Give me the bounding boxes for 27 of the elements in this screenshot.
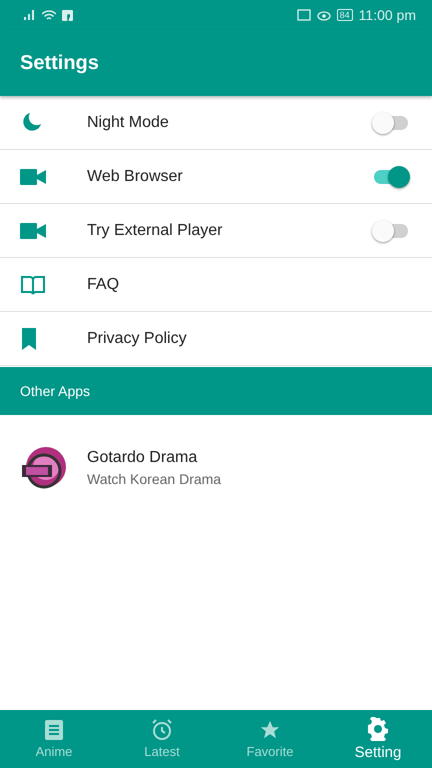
star-icon xyxy=(259,719,281,741)
toggle-switch[interactable] xyxy=(372,166,410,188)
app-description: Watch Korean Drama xyxy=(87,471,222,487)
setting-label[interactable]: FAQ xyxy=(87,276,412,294)
wifi-icon xyxy=(42,10,56,20)
page-title: Settings xyxy=(20,52,99,74)
setting-label[interactable]: Web Browser xyxy=(87,168,372,186)
video-camera-icon xyxy=(20,222,46,240)
section-title: Other Apps xyxy=(20,383,90,399)
alarm-clock-icon xyxy=(151,719,173,741)
gear-icon xyxy=(366,717,390,741)
signal-icon xyxy=(24,10,36,20)
toggle-switch[interactable] xyxy=(372,112,410,134)
bookmark-icon xyxy=(20,326,38,350)
battery-level: 84 xyxy=(336,9,353,21)
setting-label[interactable]: Privacy Policy xyxy=(87,330,412,348)
book-icon xyxy=(20,274,46,296)
video-camera-icon xyxy=(20,168,46,186)
toggle-switch[interactable] xyxy=(372,220,410,242)
app-notification-icon xyxy=(62,10,73,20)
nav-tab[interactable]: Setting xyxy=(324,710,432,768)
app-name[interactable]: Gotardo Drama xyxy=(87,449,222,467)
clock-time: 11:00 pm xyxy=(358,7,416,23)
setting-label[interactable]: Night Mode xyxy=(87,114,372,132)
list-icon xyxy=(44,719,64,741)
eye-icon xyxy=(316,9,331,21)
setting-label[interactable]: Try External Player xyxy=(87,222,372,240)
